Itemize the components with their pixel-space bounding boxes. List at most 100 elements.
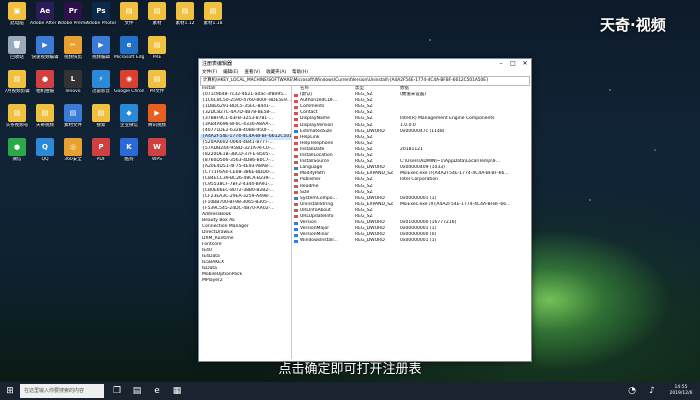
address-bar[interactable]: 计算机\HKEY_LOCAL_MACHINE\SOFTWARE\Microsof… (200, 76, 530, 86)
desktop-icon[interactable]: ▤ 搜索 (86, 104, 116, 128)
desktop-icon-label: 微信 (12, 157, 22, 162)
desktop-icon[interactable]: ▶ 快速视频编辑 (30, 36, 60, 60)
menu-file[interactable]: 文件(F) (202, 69, 217, 75)
desktop-icon[interactable]: ▤ 素材1.12 (170, 2, 200, 26)
desktop-icon-label: PDF (96, 157, 106, 162)
wecom-icon: ◆ (120, 104, 138, 122)
desktop-icon[interactable]: ▤ PR文件 (142, 70, 172, 94)
folder-icon: ▤ (148, 36, 166, 54)
desktop-icon[interactable]: ▣ 此电脑 (2, 2, 32, 26)
network-icon[interactable]: ◔ (622, 382, 642, 400)
wechat-icon: ● (8, 138, 26, 156)
desktop-icon[interactable]: ▤ 素材 (142, 2, 172, 26)
volume-icon[interactable]: ♪ (642, 382, 662, 400)
qq-icon: Q (36, 138, 54, 156)
desktop-icon[interactable]: Q QQ (30, 138, 60, 162)
value-list[interactable]: 名称 类型 数据 (默认) REG_SZ (数值未设置) AuthorizedCDF.… (293, 86, 529, 359)
desktop-icon[interactable]: ▶ 腾讯视频 (142, 104, 172, 128)
desktop-icon[interactable]: e Microsoft Edge (114, 36, 144, 60)
folder-icon: ▤ (92, 104, 110, 122)
value-type: REG_DWORD (355, 238, 385, 244)
desktop-icon[interactable]: PsAdobe Photosh... (86, 2, 116, 26)
desktop-icon[interactable]: ▤ 天奇视频 (30, 104, 60, 128)
desktop-icon-label: PRE (152, 55, 162, 60)
menu-help[interactable]: 帮助(H) (292, 69, 308, 75)
desktop-icon-label: 腾讯视频 (148, 123, 166, 128)
desktop-icon[interactable]: 🗑 回收站 (2, 36, 32, 60)
task-view-icon[interactable]: ❐ (107, 382, 127, 400)
desktop-icon[interactable]: Llenovo (58, 70, 88, 94)
desktop-icon[interactable]: ▤ 文件 (114, 2, 144, 26)
desktop-icon[interactable]: P PDF (86, 138, 116, 162)
video-editor-icon: ▶ (36, 36, 54, 54)
desktop-icon-label: 素材1.12 (175, 21, 195, 26)
window-titlebar[interactable]: 注册表编辑器 – □ ✕ (199, 59, 531, 68)
value-row[interactable]: WindowsInstall... REG_DWORD 0x00000001 (1) (293, 238, 529, 244)
desktop-icon-label: 7月视频剪辑 (4, 89, 30, 94)
taskbar-search-input[interactable]: 在这里输入你要搜索的内容 (20, 384, 104, 398)
desktop-icon[interactable]: ● 相机拍摄 (30, 70, 60, 94)
desktop-icon[interactable]: ✂ 视频快剪 (58, 36, 88, 60)
computer-icon: ▣ (8, 2, 26, 20)
desktop-icon[interactable]: W WPS (142, 138, 172, 162)
desktop-icon-label: 360安全 (64, 157, 82, 162)
desktop-icon-label: Adobe Premiere P... (58, 21, 88, 26)
lenovo-icon: L (64, 70, 82, 88)
chrome-icon: ◉ (120, 70, 138, 88)
desktop-icon-label: 文件 (124, 21, 134, 26)
desktop-icon-label: Microsoft Edge (114, 55, 144, 60)
desktop-icon-label: 视频快剪 (64, 55, 82, 60)
video-icon: ▶ (92, 36, 110, 54)
desktop-icon[interactable]: ◉Google Chrome (114, 70, 144, 94)
pdf-icon: P (92, 138, 110, 156)
file-explorer-icon[interactable]: ▤ (127, 382, 147, 400)
desktop-icon[interactable]: ● 微信 (2, 138, 32, 162)
desktop-icon[interactable]: ◎ 360安全 (58, 138, 88, 162)
folder-icon: ▤ (8, 70, 26, 88)
desktop-icon[interactable]: AeAdobe After Effects CC (30, 2, 60, 26)
clock-date: 2019/12/6 (669, 391, 693, 396)
desktop-icon[interactable]: ▤ 7月视频剪辑 (2, 70, 32, 94)
desktop-icon[interactable]: K 酷狗 (114, 138, 144, 162)
desktop-icon-label: 回收站 (10, 55, 24, 60)
desktop-icon[interactable]: ◆ 企业微信 (114, 104, 144, 128)
video-caption: 点击确定即可打开注册表 (278, 362, 422, 377)
maximize-icon[interactable]: □ (507, 60, 519, 67)
start-button[interactable]: ⊞ (0, 382, 20, 400)
menu-view[interactable]: 查看(V) (244, 69, 260, 75)
registry-taskbar-icon[interactable]: ▦ (167, 382, 187, 400)
edge-icon: e (120, 36, 138, 54)
close-icon[interactable]: ✕ (519, 60, 531, 67)
desktop-icon[interactable]: ▤ 素材1.18 (198, 2, 228, 26)
folder-icon: ▤ (148, 2, 166, 20)
desktop-icon[interactable]: ▤ PRE (142, 36, 172, 60)
menu-edit[interactable]: 编辑(E) (223, 69, 238, 75)
desktop-icon[interactable]: PrAdobe Premiere P... (58, 2, 88, 26)
desktop-icon[interactable]: ▶ 视频编辑 (86, 36, 116, 60)
desktop-icon-label: 相机拍摄 (36, 89, 54, 94)
taskbar-clock[interactable]: 14:55 2019/12/6 (662, 385, 700, 397)
kugou-icon: K (120, 138, 138, 156)
pr-icon: Pr (64, 2, 82, 20)
edge-taskbar-icon[interactable]: e (147, 382, 167, 400)
ae-icon: Ae (36, 2, 54, 20)
menu-favorites[interactable]: 收藏夹(A) (266, 69, 286, 75)
desktop-icon-label: 企业微信 (120, 123, 138, 128)
desktop-icon[interactable]: ▤ 头条视频号 (2, 104, 32, 128)
tree-key[interactable]: MPlayer2 (200, 278, 291, 284)
menu-bar: 文件(F) 编辑(E) 查看(V) 收藏夹(A) 帮助(H) (199, 68, 531, 76)
desktop-icon-label: 视频编辑 (92, 55, 110, 60)
taskbar: ⊞ 在这里输入你要搜索的内容 ❐ ▤ e ▦ ◔ ♪ 14:55 2019/12… (0, 382, 700, 400)
folder-icon: ▤ (120, 2, 138, 20)
value-name: WindowsInstall... (293, 238, 355, 244)
cut-icon: ✂ (64, 36, 82, 54)
desktop-icon[interactable]: ⚡ 迅雷影音 (86, 70, 116, 94)
key-tree[interactable]: Install {071c9b48-7c32-4621-a0ac-3f8095..… (200, 86, 292, 359)
folder-icon: ▤ (36, 104, 54, 122)
desktop-icon[interactable]: ▤ 素材文件 (58, 104, 88, 128)
desktop-icon-label: 此电脑 (10, 21, 24, 26)
desktop-icon-label: 素材1.18 (203, 21, 223, 26)
minimize-icon[interactable]: – (495, 60, 507, 67)
folder-icon: ▤ (204, 2, 222, 20)
registry-editor-window[interactable]: 注册表编辑器 – □ ✕ 文件(F) 编辑(E) 查看(V) 收藏夹(A) 帮助… (198, 58, 532, 362)
